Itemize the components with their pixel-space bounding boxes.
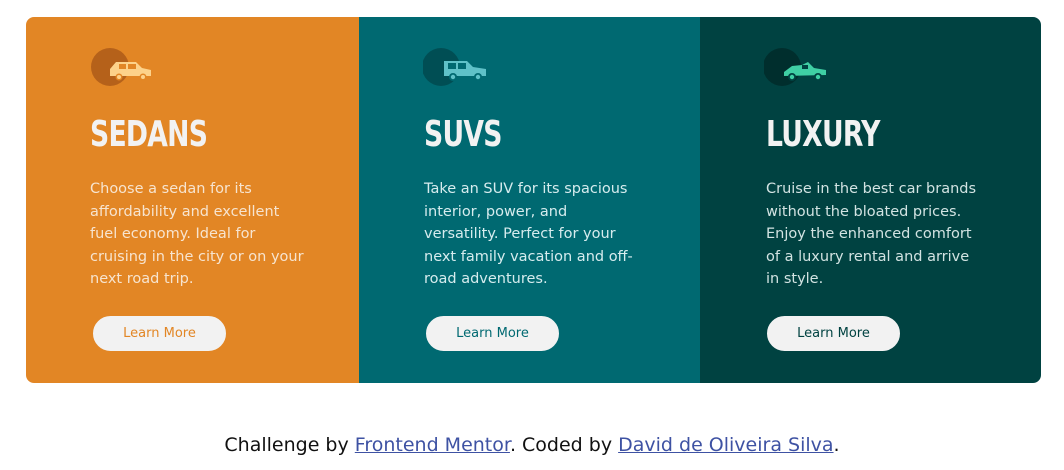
card-luxury: LUXURY Cruise in the best car brands wit… [700,17,1041,383]
card-sedans: SEDANS Choose a sedan for its affordabil… [26,17,359,383]
learn-more-button[interactable]: Learn More [767,316,900,351]
learn-more-button[interactable]: Learn More [93,316,226,351]
attribution-suffix: . [833,434,840,456]
suv-car-icon [423,48,486,86]
card-description: Choose a sedan for its affordability and… [90,181,304,287]
card-description: Cruise in the best car brands without th… [766,181,977,287]
frontend-mentor-link[interactable]: Frontend Mentor [355,434,510,456]
learn-more-button[interactable]: Learn More [426,316,559,351]
car-cards-container: SEDANS Choose a sedan for its affordabil… [26,17,1041,383]
attribution-prefix: Challenge by [224,434,355,456]
attribution: Challenge by Frontend Mentor. Coded by D… [0,430,1064,460]
luxury-car-icon [764,48,826,86]
author-link[interactable]: David de Oliveira Silva [618,434,833,456]
card-title: SUVS [424,114,502,155]
card-suvs: SUVS Take an SUV for its spacious interi… [359,17,700,383]
card-title: SEDANS [90,114,208,155]
sedan-car-icon [91,48,151,86]
attribution-middle: . Coded by [509,434,619,456]
card-description: Take an SUV for its spacious interior, p… [424,181,633,287]
card-title: LUXURY [766,114,880,155]
